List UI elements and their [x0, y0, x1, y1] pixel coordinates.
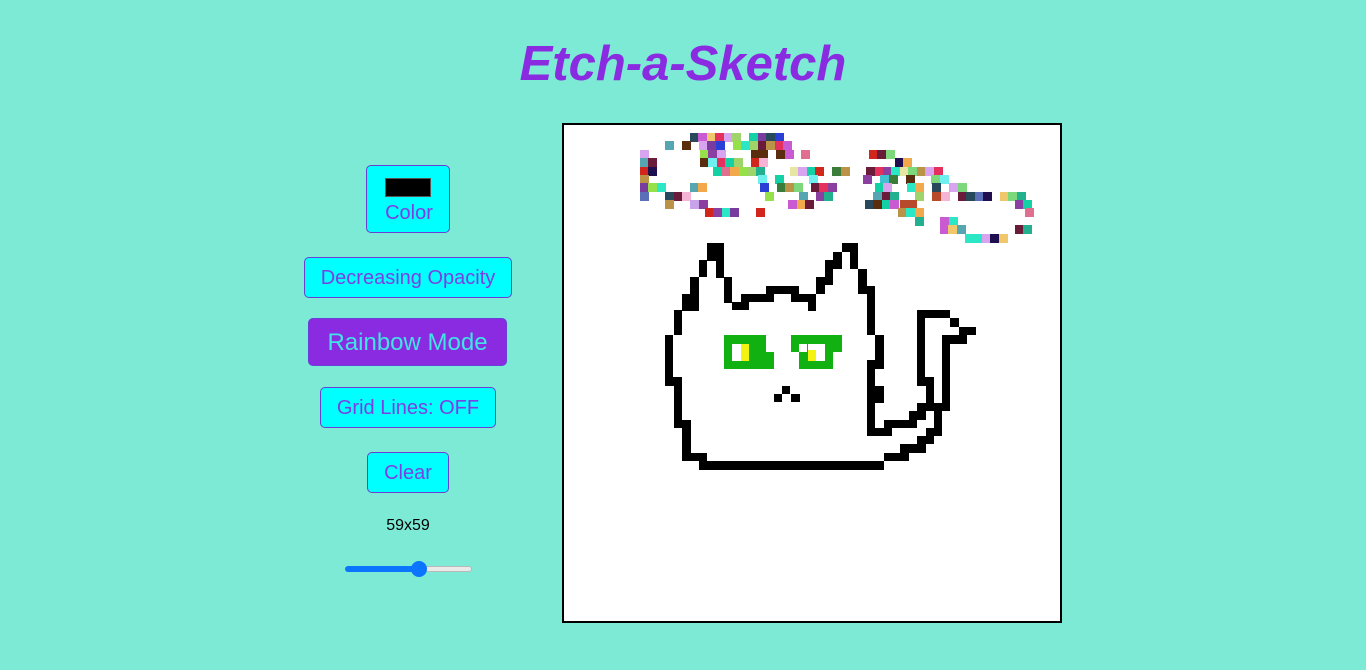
- color-picker-button[interactable]: Color: [366, 165, 450, 233]
- decreasing-opacity-button[interactable]: Decreasing Opacity: [304, 257, 512, 298]
- grid-size-slider[interactable]: [345, 561, 472, 577]
- rainbow-mode-button[interactable]: Rainbow Mode: [308, 318, 507, 366]
- grid-size-label: 59x59: [386, 517, 430, 534]
- page-title: Etch-a-Sketch: [519, 37, 847, 91]
- grid-lines-toggle-button[interactable]: Grid Lines: OFF: [320, 387, 496, 428]
- slider-thumb[interactable]: [411, 561, 427, 577]
- clear-button[interactable]: Clear: [367, 452, 449, 493]
- sketch-drawing: [640, 133, 1034, 470]
- color-label: Color: [385, 202, 433, 224]
- slider-fill: [345, 566, 419, 572]
- sketch-canvas[interactable]: [562, 123, 1062, 623]
- color-swatch-icon: [385, 178, 431, 197]
